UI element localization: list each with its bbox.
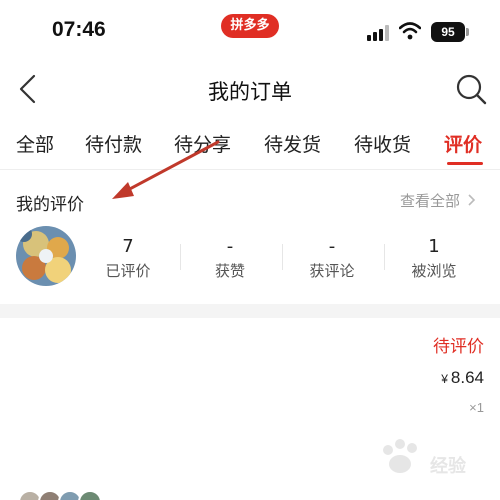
tab-all[interactable]: 全部 (16, 130, 54, 157)
view-all-link[interactable]: 查看全部 (400, 190, 477, 211)
active-tab-indicator (447, 162, 483, 165)
tab-pending-receipt[interactable]: 待收货 (354, 130, 411, 157)
battery-indicator: 95 (431, 22, 465, 42)
stat-views[interactable]: 1 被浏览 (384, 236, 484, 281)
cellular-signal-icon (367, 25, 389, 41)
tab-pending-share[interactable]: 待分享 (174, 130, 231, 157)
stat-reviewed[interactable]: 7 已评价 (78, 236, 178, 281)
status-time: 07:46 (52, 18, 106, 41)
currency-symbol: ¥ (441, 372, 448, 386)
section-separator (0, 304, 500, 318)
bottom-avatar-group (18, 490, 108, 500)
tab-pending-shipment[interactable]: 待发货 (264, 130, 321, 157)
stat-value: 1 (428, 236, 440, 257)
stat-value: - (328, 236, 336, 257)
tab-pending-payment[interactable]: 待付款 (85, 130, 142, 157)
stat-label: 被浏览 (411, 262, 457, 280)
order-quantity: ×1 (469, 400, 484, 415)
watermark-text: 经验 (430, 456, 466, 477)
my-reviews-heading: 我的评价 (16, 195, 84, 215)
stat-comments[interactable]: - 获评论 (282, 236, 382, 281)
price-value: 8.64 (450, 368, 484, 387)
stat-likes[interactable]: - 获赞 (180, 236, 280, 281)
wifi-icon (399, 22, 421, 40)
order-tabs: 全部 待付款 待分享 待发货 待收货 评价 (0, 118, 500, 170)
order-status: 待评价 (433, 337, 484, 357)
stat-label: 获评论 (309, 262, 355, 280)
paw-icon (383, 439, 417, 473)
stat-label: 获赞 (214, 262, 245, 280)
chevron-right-icon (468, 194, 475, 206)
stat-value: 7 (122, 236, 134, 257)
stat-value: - (226, 236, 234, 257)
avatar[interactable] (16, 226, 76, 286)
stat-label: 已评价 (105, 262, 151, 280)
nav-bar: 我的订单 (0, 62, 500, 118)
order-price: ¥8.64 (441, 368, 484, 388)
view-all-label: 查看全部 (400, 192, 461, 210)
app-badge: 拼多多 (221, 14, 279, 38)
watermark-logo: 经验 (378, 438, 490, 484)
page-title: 我的订单 (208, 80, 292, 104)
battery-tip (466, 28, 469, 36)
search-icon[interactable] (454, 72, 488, 106)
status-bar: 07:46 拼多多 95 (0, 0, 500, 62)
tab-reviews[interactable]: 评价 (444, 130, 482, 157)
